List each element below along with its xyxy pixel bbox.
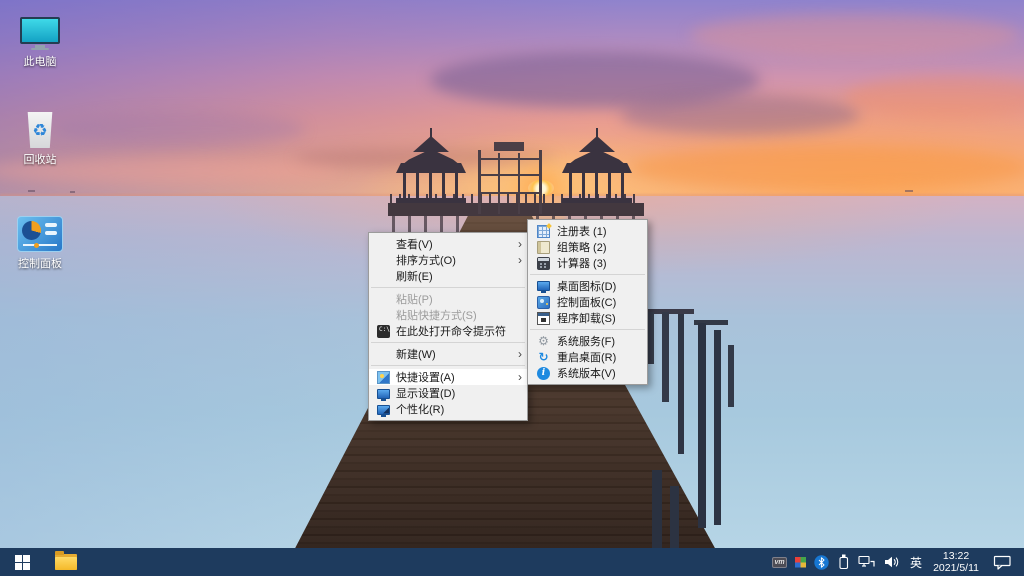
bluetooth-icon bbox=[814, 555, 829, 570]
cloud bbox=[690, 14, 1020, 56]
desktop-context-menu: 查看(V) › 排序方式(O) › 刷新(E) 粘贴(P) 粘贴快捷方式(S) … bbox=[368, 232, 528, 421]
menu-item-refresh[interactable]: 刷新(E) bbox=[369, 268, 527, 284]
submenu-arrow-icon: › bbox=[513, 370, 527, 384]
desktop-icon-this-pc[interactable]: 此电脑 bbox=[7, 8, 73, 69]
cloud bbox=[55, 112, 305, 146]
desktop-icon-recycle-bin[interactable]: ♻ 回收站 bbox=[7, 106, 73, 167]
system-services-icon bbox=[537, 335, 550, 348]
no-icon bbox=[377, 309, 390, 322]
submenu-item-calculator[interactable]: 计算器 (3) bbox=[528, 255, 647, 271]
desktop-icon-control-panel[interactable]: 控制面板 bbox=[7, 210, 73, 271]
desktop-icon-label: 回收站 bbox=[7, 151, 73, 167]
no-icon bbox=[377, 270, 390, 283]
no-icon bbox=[377, 293, 390, 306]
submenu-item-control-panel[interactable]: 控制面板(C) bbox=[528, 294, 647, 310]
submenu-arrow-icon: › bbox=[513, 237, 527, 251]
action-center-button[interactable] bbox=[985, 548, 1024, 576]
start-icon bbox=[15, 555, 30, 570]
clock-date: 2021/5/11 bbox=[933, 562, 979, 575]
color-grid-tray-button[interactable] bbox=[791, 548, 810, 576]
menu-separator bbox=[371, 287, 525, 288]
menu-item-new[interactable]: 新建(W) › bbox=[369, 346, 527, 362]
menu-item-display-settings[interactable]: 显示设置(D) bbox=[369, 385, 527, 401]
volume-icon bbox=[884, 555, 901, 569]
submenu-arrow-icon: › bbox=[513, 253, 527, 267]
submenu-item-restart-desktop[interactable]: 重启桌面(R) bbox=[528, 349, 647, 365]
submenu-item-group-policy[interactable]: 组策略 (2) bbox=[528, 239, 647, 255]
usb-tray-button[interactable] bbox=[833, 548, 854, 576]
restart-desktop-icon bbox=[537, 351, 550, 364]
color-grid-icon bbox=[795, 557, 806, 568]
menu-item-view[interactable]: 查看(V) › bbox=[369, 236, 527, 252]
taskbar: vm bbox=[0, 548, 1024, 576]
submenu-item-system-services[interactable]: 系统服务(F) bbox=[528, 333, 647, 349]
desktop-icons-icon bbox=[537, 281, 550, 291]
system-tray: vm bbox=[768, 548, 1024, 576]
no-icon bbox=[377, 238, 390, 251]
file-explorer-button[interactable] bbox=[44, 548, 88, 576]
submenu-item-program-uninstall[interactable]: 程序卸载(S) bbox=[528, 310, 647, 326]
program-uninstall-icon bbox=[537, 312, 550, 325]
display-settings-icon bbox=[377, 389, 390, 399]
quick-settings-submenu: 注册表 (1) 组策略 (2) 计算器 (3) 桌面图标(D) 控制面板(C) … bbox=[527, 219, 648, 385]
quick-settings-icon bbox=[377, 371, 390, 384]
clock-time: 13:22 bbox=[933, 550, 979, 563]
desktop-icon-label: 控制面板 bbox=[7, 255, 73, 271]
desktop-icon-label: 此电脑 bbox=[7, 53, 73, 69]
volume-tray-button[interactable] bbox=[880, 548, 905, 576]
network-tray-button[interactable] bbox=[854, 548, 880, 576]
control-panel-icon bbox=[7, 210, 73, 252]
distant-boat bbox=[70, 191, 75, 193]
menu-separator bbox=[371, 365, 525, 366]
submenu-item-system-version[interactable]: 系统版本(V) bbox=[528, 365, 647, 381]
menu-item-sort-by[interactable]: 排序方式(O) › bbox=[369, 252, 527, 268]
action-center-icon bbox=[993, 555, 1012, 570]
menu-item-paste-shortcut[interactable]: 粘贴快捷方式(S) bbox=[369, 307, 527, 323]
submenu-arrow-icon: › bbox=[513, 347, 527, 361]
start-button[interactable] bbox=[0, 548, 44, 576]
cmd-icon bbox=[377, 325, 390, 338]
recycle-bin-icon: ♻ bbox=[7, 106, 73, 148]
menu-separator bbox=[530, 274, 645, 275]
vmware-tray-button[interactable]: vm bbox=[768, 548, 791, 576]
this-pc-icon bbox=[7, 8, 73, 50]
menu-item-open-cmd-here[interactable]: 在此处打开命令提示符 bbox=[369, 323, 527, 339]
menu-item-personalize[interactable]: 个性化(R) bbox=[369, 401, 527, 417]
cloud bbox=[630, 146, 1024, 190]
submenu-item-registry[interactable]: 注册表 (1) bbox=[528, 223, 647, 239]
menu-separator bbox=[371, 342, 525, 343]
file-explorer-icon bbox=[55, 554, 77, 570]
bluetooth-tray-button[interactable] bbox=[810, 548, 833, 576]
distant-boat bbox=[905, 190, 913, 192]
pagoda-right bbox=[560, 128, 634, 210]
system-version-icon bbox=[537, 367, 550, 380]
taskbar-clock[interactable]: 13:22 2021/5/11 bbox=[927, 550, 985, 575]
group-policy-icon bbox=[537, 241, 550, 254]
pagoda-left bbox=[394, 128, 468, 210]
screen: 此电脑 ♻ 回收站 控制面板 查看(V) › 排序方式(O) › 刷新(E) bbox=[0, 0, 1024, 576]
menu-item-paste[interactable]: 粘贴(P) bbox=[369, 291, 527, 307]
no-icon bbox=[377, 348, 390, 361]
vmware-icon: vm bbox=[772, 557, 787, 568]
usb-device-icon bbox=[837, 554, 850, 570]
personalization-icon bbox=[377, 405, 390, 415]
ime-language-indicator[interactable]: 英 bbox=[905, 548, 927, 576]
distant-boat bbox=[28, 190, 35, 192]
no-icon bbox=[377, 254, 390, 267]
cloud bbox=[620, 95, 860, 135]
control-panel-small-icon bbox=[537, 296, 550, 309]
menu-separator bbox=[530, 329, 645, 330]
registry-icon bbox=[537, 225, 550, 238]
menu-item-quick-settings[interactable]: 快捷设置(A) › bbox=[369, 369, 527, 385]
pier-frame-structure bbox=[478, 150, 542, 214]
ethernet-icon bbox=[858, 555, 876, 569]
submenu-item-desktop-icons[interactable]: 桌面图标(D) bbox=[528, 278, 647, 294]
calculator-icon bbox=[537, 257, 550, 270]
